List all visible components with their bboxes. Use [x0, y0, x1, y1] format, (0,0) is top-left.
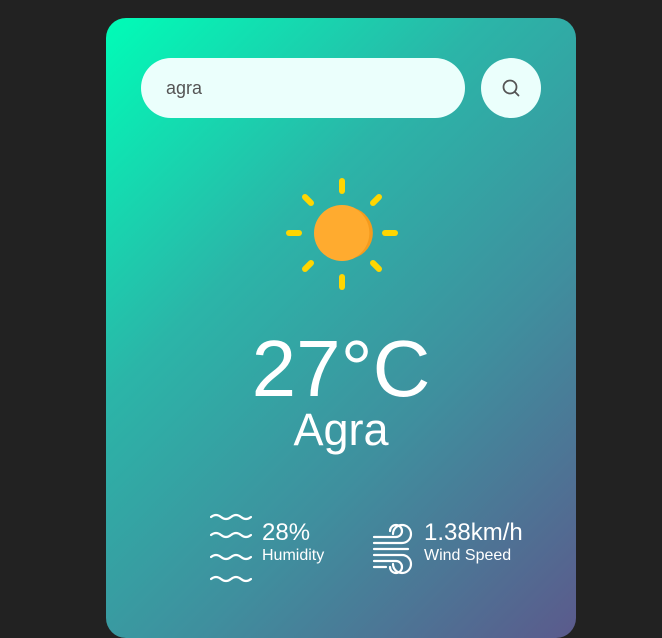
temperature: 27°C [251, 324, 431, 413]
search-input[interactable] [141, 58, 465, 118]
wind-label: Wind Speed [424, 547, 512, 564]
humidity-value: 28% [262, 519, 311, 546]
wind-value: 1.38km/h [424, 519, 523, 546]
wind-text: 1.38km/h Wind Speed [424, 513, 523, 565]
sun-icon [286, 178, 398, 290]
humidity-icon [210, 513, 252, 583]
humidity-text: 28% Humidity [262, 513, 324, 565]
wind-icon [372, 523, 413, 575]
wind-stat: 1.38km/h Wind Speed [372, 513, 523, 585]
search-icon [502, 79, 520, 97]
humidity-stat: 28% Humidity [210, 513, 324, 585]
search-button[interactable] [481, 58, 541, 118]
humidity-label: Humidity [262, 547, 325, 564]
city-name: Agra [293, 404, 389, 455]
weather-card: 27°C Agra 28% Humidity [106, 18, 576, 638]
